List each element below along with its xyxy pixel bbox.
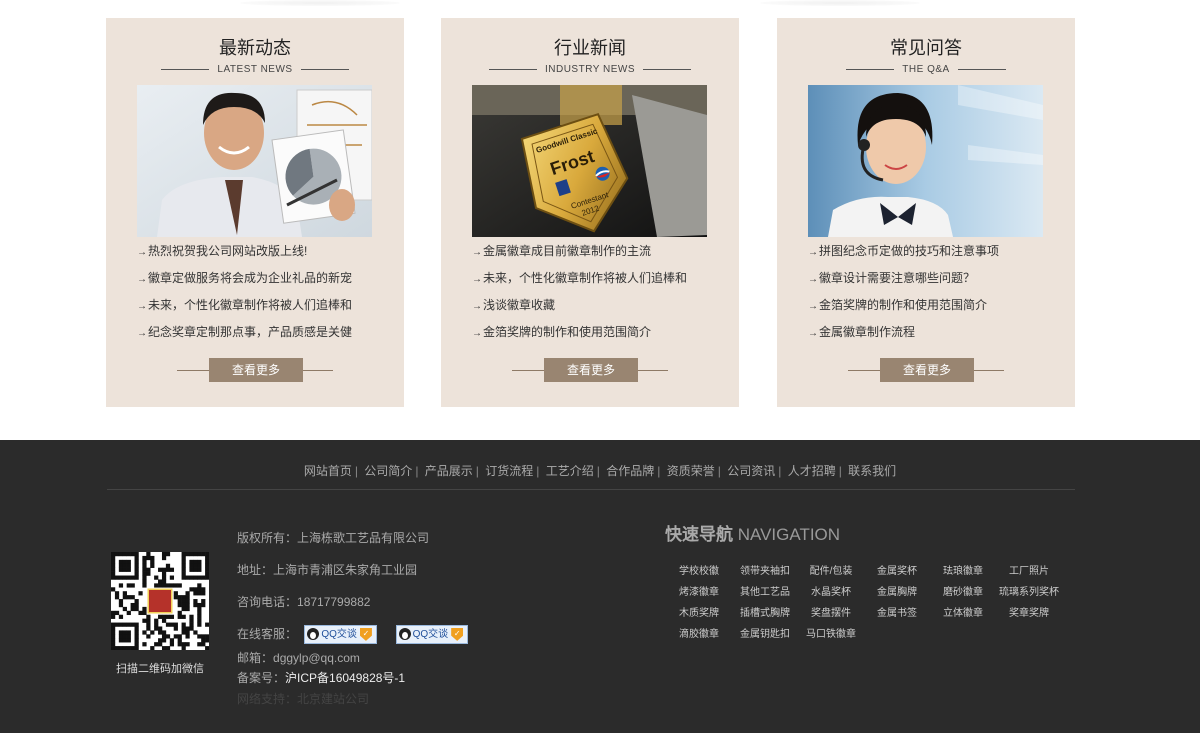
quick-nav-link[interactable]: 其他工艺品	[732, 583, 798, 598]
footer-divider	[107, 489, 1075, 490]
businessman-photo[interactable]	[137, 85, 372, 237]
list-item[interactable]: →金箔奖牌的制作和使用范围简介	[808, 294, 1048, 321]
list-item[interactable]: →拼图纪念币定做的技巧和注意事项	[808, 240, 1048, 267]
nav-link[interactable]: 网站首页	[304, 464, 352, 478]
nav-link[interactable]: 资质荣誉	[667, 464, 715, 478]
icp-link[interactable]: 沪ICP备16049828号-1	[285, 671, 405, 685]
copyright-line: 版权所有：上海栋歌工艺品有限公司	[237, 531, 430, 545]
wechat-qr-code	[111, 552, 210, 651]
qa-panel: 常见问答 THE Q&A →拼图纪念币定做的技巧和注意事项 →徽章设计需要注意哪…	[777, 18, 1075, 407]
list-item[interactable]: →金属徽章成目前徽章制作的主流	[472, 240, 712, 267]
list-item[interactable]: →浅谈徽章收藏	[472, 294, 712, 321]
quick-nav-link[interactable]: 工厂照片	[996, 562, 1062, 577]
more-row: 查看更多	[512, 358, 668, 382]
industry-news-panel: 行业新闻 INDUSTRY NEWS Goodwill Classic Fros…	[441, 18, 739, 407]
email-line: 邮箱：dggylp@qq.com	[237, 651, 360, 665]
quick-nav-link[interactable]: 金属钥匙扣	[732, 625, 798, 640]
qq-penguin-icon	[307, 628, 320, 641]
news-list: →热烈祝贺我公司网站改版上线! →徽章定做服务将会成为企业礼品的新宠 →未来，个…	[137, 240, 377, 348]
panel-title: 常见问答	[890, 38, 962, 58]
quick-nav-link[interactable]: 学校校徽	[666, 562, 732, 577]
qq-chat-button[interactable]: QQ交谈 ✓	[304, 625, 377, 644]
shield-icon: ✓	[359, 627, 372, 641]
qq-penguin-icon	[398, 628, 411, 641]
quick-nav-link[interactable]: 领带夹袖扣	[732, 562, 798, 577]
list-item[interactable]: →徽章定做服务将会成为企业礼品的新宠	[137, 267, 377, 294]
view-more-button[interactable]: 查看更多	[544, 358, 638, 382]
list-item[interactable]: →未来，个性化徽章制作将被人们追棒和	[137, 294, 377, 321]
view-more-button[interactable]: 查看更多	[209, 358, 303, 382]
list-item[interactable]: →徽章设计需要注意哪些问题？	[808, 267, 1048, 294]
latest-news-panel: 最新动态 LATEST NEWS →热烈祝贺我公司网站改版上线! →徽章定做服务…	[106, 18, 404, 407]
nav-link[interactable]: 公司资讯	[727, 464, 775, 478]
address-line: 地址：上海市青浦区朱家角工业园	[237, 563, 418, 577]
quick-nav-link[interactable]: 金属奖杯	[864, 562, 930, 577]
quick-nav-link[interactable]: 奖盘摆件	[798, 604, 864, 619]
icp-line: 备案号：沪ICP备16049828号-1	[237, 671, 406, 685]
qr-caption: 扫描二维码加微信	[116, 663, 204, 675]
quick-nav-link[interactable]: 烤漆徽章	[666, 583, 732, 598]
quick-nav-link[interactable]: 马口铁徽章	[798, 625, 864, 640]
site-footer: 网站首页 | 公司简介 | 产品展示 | 订货流程 | 工艺介绍 | 合作品牌 | 资质荣誉…	[0, 440, 1200, 733]
quick-nav-link[interactable]: 插槽式胸牌	[732, 604, 798, 619]
list-item[interactable]: →纪念奖章定制那点事，产品质感是关健	[137, 321, 377, 348]
support-line[interactable]: 网络支持：北京建站公司	[237, 691, 369, 707]
panel-title: 行业新闻	[554, 38, 626, 58]
qq-chat-button[interactable]: QQ交谈 ✓	[395, 625, 469, 644]
quick-nav-link[interactable]: 琉璃系列奖杯	[996, 583, 1062, 598]
panel-subtitle: INDUSTRY NEWS	[441, 64, 739, 76]
quick-nav-link[interactable]: 立体徽章	[930, 604, 996, 619]
quick-nav-link[interactable]: 配件/包装	[798, 562, 864, 577]
more-row: 查看更多	[177, 358, 333, 382]
view-more-button[interactable]: 查看更多	[880, 358, 974, 382]
shield-icon: ✓	[451, 627, 464, 641]
quick-nav-title: 快速导航 NAVIGATION	[665, 525, 841, 544]
quick-nav-link[interactable]: 水晶奖杯	[798, 583, 864, 598]
top-shadow	[240, 0, 400, 6]
quick-nav-link[interactable]: 滴胶徽章	[666, 625, 732, 640]
phone-line: 咨询电话：18717799882	[237, 595, 371, 609]
quick-nav-link[interactable]: 金属胸牌	[864, 583, 930, 598]
nav-link[interactable]: 联系我们	[848, 464, 896, 478]
customer-service-photo[interactable]	[808, 85, 1043, 237]
footer-nav: 网站首页 | 公司简介 | 产品展示 | 订货流程 | 工艺介绍 | 合作品牌 | 资质荣誉…	[303, 464, 897, 478]
panel-title: 最新动态	[219, 38, 291, 58]
list-item[interactable]: →金箔奖牌的制作和使用范围简介	[472, 321, 712, 348]
list-item[interactable]: →热烈祝贺我公司网站改版上线!	[137, 240, 377, 267]
quick-nav-link[interactable]: 磨砂徽章	[930, 583, 996, 598]
news-list: →金属徽章成目前徽章制作的主流 →未来，个性化徽章制作将被人们追棒和 →浅谈徽章…	[472, 240, 712, 348]
nav-link[interactable]: 产品展示	[425, 464, 473, 478]
badge-photo[interactable]: Goodwill Classic Frost Contestant 2012	[472, 85, 707, 237]
list-item[interactable]: →未来，个性化徽章制作将被人们追棒和	[472, 267, 712, 294]
online-service-line: 在线客服： QQ交谈 ✓ QQ交谈 ✓	[237, 625, 469, 645]
quick-nav-link[interactable]: 金属书签	[864, 604, 930, 619]
more-row: 查看更多	[848, 358, 1004, 382]
nav-link[interactable]: 合作品牌	[606, 464, 654, 478]
top-shadow	[760, 0, 920, 6]
news-list: →拼图纪念币定做的技巧和注意事项 →徽章设计需要注意哪些问题？ →金箔奖牌的制作…	[808, 240, 1048, 348]
nav-link[interactable]: 订货流程	[485, 464, 533, 478]
list-item[interactable]: →金属徽章制作流程	[808, 321, 1048, 348]
quick-nav-link[interactable]: 木质奖牌	[666, 604, 732, 619]
nav-link[interactable]: 人才招聘	[788, 464, 836, 478]
nav-link[interactable]: 工艺介绍	[546, 464, 594, 478]
quick-nav-link[interactable]: 珐琅徽章	[930, 562, 996, 577]
panel-subtitle: THE Q&A	[777, 64, 1075, 76]
nav-link[interactable]: 公司简介	[364, 464, 412, 478]
quick-nav-link[interactable]: 奖章奖牌	[996, 604, 1062, 619]
panel-subtitle: LATEST NEWS	[106, 64, 404, 76]
